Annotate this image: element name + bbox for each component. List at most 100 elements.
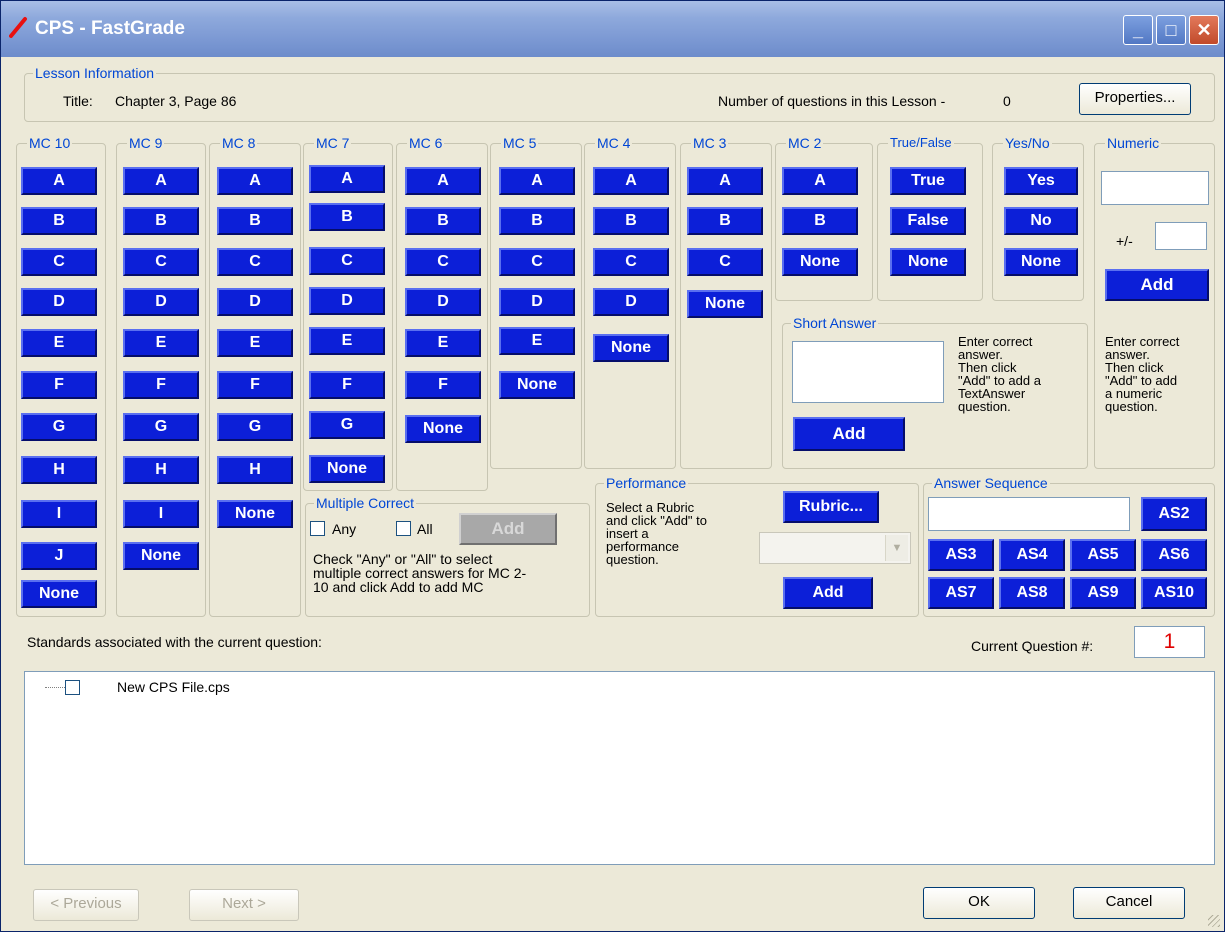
mc4-a-button[interactable]: A — [593, 167, 669, 195]
mc6-f-button[interactable]: F — [405, 371, 481, 399]
any-checkbox[interactable] — [310, 521, 325, 536]
close-icon[interactable]: ✕ — [1189, 15, 1219, 45]
as7-button[interactable]: AS7 — [928, 577, 994, 609]
mc8-e-button[interactable]: E — [217, 329, 293, 357]
mc9-i-button[interactable]: I — [123, 500, 199, 528]
mc7-c-button[interactable]: C — [309, 247, 385, 275]
false-button[interactable]: False — [890, 207, 966, 235]
mc7-d-button[interactable]: D — [309, 287, 385, 315]
maximize-icon[interactable]: □ — [1156, 15, 1186, 45]
current-question-value[interactable]: 1 — [1134, 626, 1205, 658]
mc5-e-button[interactable]: E — [499, 327, 575, 355]
mc9-a-button[interactable]: A — [123, 167, 199, 195]
mc2-none-button[interactable]: None — [782, 248, 858, 276]
mc8-g-button[interactable]: G — [217, 413, 293, 441]
mc7-none-button[interactable]: None — [309, 455, 385, 483]
numeric-tolerance-input[interactable] — [1155, 222, 1207, 250]
yesno-none-button[interactable]: None — [1004, 248, 1078, 276]
mc7-g-button[interactable]: G — [309, 411, 385, 439]
mc10-g-button[interactable]: G — [21, 413, 97, 441]
mc10-e-button[interactable]: E — [21, 329, 97, 357]
mc6-none-button[interactable]: None — [405, 415, 481, 443]
mc4-b-button[interactable]: B — [593, 207, 669, 235]
as10-button[interactable]: AS10 — [1141, 577, 1207, 609]
mc8-b-button[interactable]: B — [217, 207, 293, 235]
mc9-f-button[interactable]: F — [123, 371, 199, 399]
mc9-d-button[interactable]: D — [123, 288, 199, 316]
truefalse-none-button[interactable]: None — [890, 248, 966, 276]
mc5-d-button[interactable]: D — [499, 288, 575, 316]
mc10-i-button[interactable]: I — [21, 500, 97, 528]
rubric-button[interactable]: Rubric... — [783, 491, 879, 523]
as4-button[interactable]: AS4 — [999, 539, 1065, 571]
mc9-b-button[interactable]: B — [123, 207, 199, 235]
as3-button[interactable]: AS3 — [928, 539, 994, 571]
mc10-f-button[interactable]: F — [21, 371, 97, 399]
cancel-button[interactable]: Cancel — [1073, 887, 1185, 919]
mc9-e-button[interactable]: E — [123, 329, 199, 357]
chevron-down-icon[interactable]: ▼ — [885, 535, 908, 561]
mc9-h-button[interactable]: H — [123, 456, 199, 484]
mc8-c-button[interactable]: C — [217, 248, 293, 276]
mc4-none-button[interactable]: None — [593, 334, 669, 362]
next-button[interactable]: Next > — [189, 889, 299, 921]
mc3-none-button[interactable]: None — [687, 290, 763, 318]
mc10-d-button[interactable]: D — [21, 288, 97, 316]
mc5-a-button[interactable]: A — [499, 167, 575, 195]
mc8-f-button[interactable]: F — [217, 371, 293, 399]
mc9-c-button[interactable]: C — [123, 248, 199, 276]
mc10-none-button[interactable]: None — [21, 580, 97, 608]
mc8-h-button[interactable]: H — [217, 456, 293, 484]
mc2-a-button[interactable]: A — [782, 167, 858, 195]
mc5-c-button[interactable]: C — [499, 248, 575, 276]
no-button[interactable]: No — [1004, 207, 1078, 235]
mc6-a-button[interactable]: A — [405, 167, 481, 195]
mc4-d-button[interactable]: D — [593, 288, 669, 316]
mc2-b-button[interactable]: B — [782, 207, 858, 235]
performance-add-button[interactable]: Add — [783, 577, 873, 609]
all-checkbox[interactable] — [396, 521, 411, 536]
mc7-e-button[interactable]: E — [309, 327, 385, 355]
tree-item-label[interactable]: New CPS File.cps — [117, 679, 230, 695]
mc5-b-button[interactable]: B — [499, 207, 575, 235]
mc10-h-button[interactable]: H — [21, 456, 97, 484]
tree-item-checkbox[interactable] — [65, 680, 80, 695]
minimize-icon[interactable]: _ — [1123, 15, 1153, 45]
mc10-c-button[interactable]: C — [21, 248, 97, 276]
short-answer-add-button[interactable]: Add — [793, 417, 905, 451]
mc3-b-button[interactable]: B — [687, 207, 763, 235]
mc4-c-button[interactable]: C — [593, 248, 669, 276]
mc7-b-button[interactable]: B — [309, 203, 385, 231]
multiple-correct-add-button[interactable]: Add — [459, 513, 557, 545]
mc6-b-button[interactable]: B — [405, 207, 481, 235]
as2-button[interactable]: AS2 — [1141, 497, 1207, 531]
mc7-a-button[interactable]: A — [309, 165, 385, 193]
properties-button[interactable]: Properties... — [1079, 83, 1191, 115]
mc7-f-button[interactable]: F — [309, 371, 385, 399]
standards-tree[interactable]: New CPS File.cps — [24, 671, 1215, 865]
mc3-c-button[interactable]: C — [687, 248, 763, 276]
resize-grip-icon[interactable] — [1208, 915, 1220, 927]
numeric-answer-input[interactable] — [1101, 171, 1209, 205]
answer-sequence-input[interactable] — [928, 497, 1130, 531]
numeric-add-button[interactable]: Add — [1105, 269, 1209, 301]
short-answer-input[interactable] — [792, 341, 944, 403]
mc5-none-button[interactable]: None — [499, 371, 575, 399]
mc8-d-button[interactable]: D — [217, 288, 293, 316]
as5-button[interactable]: AS5 — [1070, 539, 1136, 571]
previous-button[interactable]: < Previous — [33, 889, 139, 921]
as9-button[interactable]: AS9 — [1070, 577, 1136, 609]
mc10-a-button[interactable]: A — [21, 167, 97, 195]
as6-button[interactable]: AS6 — [1141, 539, 1207, 571]
mc8-none-button[interactable]: None — [217, 500, 293, 528]
ok-button[interactable]: OK — [923, 887, 1035, 919]
mc8-a-button[interactable]: A — [217, 167, 293, 195]
true-button[interactable]: True — [890, 167, 966, 195]
mc6-e-button[interactable]: E — [405, 329, 481, 357]
as8-button[interactable]: AS8 — [999, 577, 1065, 609]
mc9-g-button[interactable]: G — [123, 413, 199, 441]
mc6-c-button[interactable]: C — [405, 248, 481, 276]
mc10-b-button[interactable]: B — [21, 207, 97, 235]
mc9-none-button[interactable]: None — [123, 542, 199, 570]
rubric-select[interactable]: ▼ — [759, 532, 911, 564]
